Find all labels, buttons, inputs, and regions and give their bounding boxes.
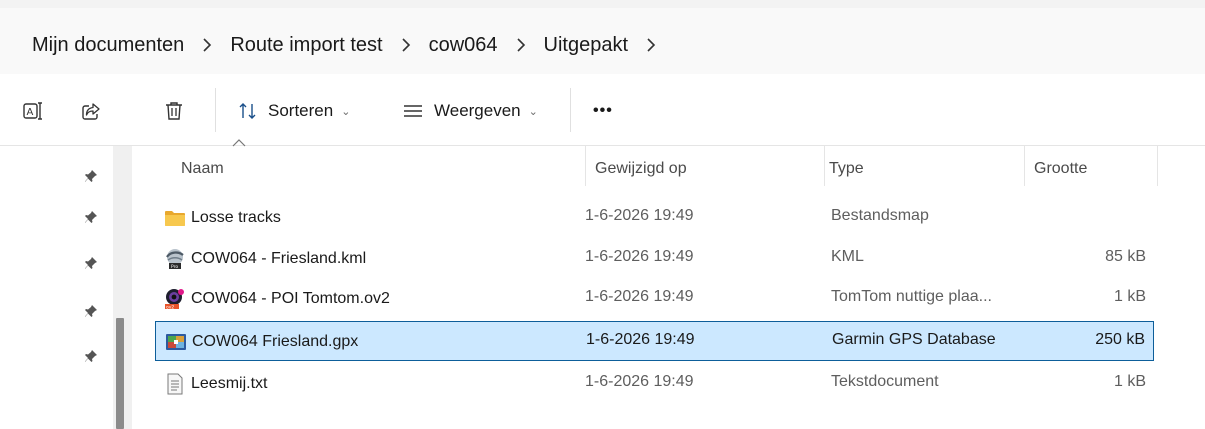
share-icon [80, 100, 102, 122]
more-options-icon: ••• [593, 102, 613, 119]
file-name: Leesmij.txt [191, 375, 268, 392]
file-type: Bestandsmap [831, 207, 929, 224]
file-type: Garmin GPS Database [832, 331, 996, 348]
view-list-icon [402, 101, 424, 121]
column-header-row: Naam Gewijzigd op Type Grootte [132, 146, 1205, 198]
column-header-date[interactable]: Gewijzigd op [595, 160, 687, 178]
chevron-down-icon: ⌄ [528, 105, 538, 118]
file-type: TomTom nuttige plaa... [831, 288, 992, 305]
sort-label: Sorteren [268, 101, 334, 120]
more-options-button[interactable]: ••• [593, 96, 613, 126]
file-date: 1-6-2026 19:49 [585, 207, 694, 224]
rename-icon: A [22, 100, 44, 122]
file-size: 1 kB [1113, 373, 1146, 390]
chevron-down-icon: ⌄ [341, 105, 351, 118]
breadcrumb-item-cow064[interactable]: cow064 [427, 34, 500, 57]
file-row-selected[interactable]: COW064 Friesland.gpx 1-6-2026 19:49 Garm… [155, 321, 1154, 361]
file-name: Losse tracks [191, 209, 281, 226]
column-divider[interactable] [824, 146, 825, 186]
file-name: COW064 - Friesland.kml [191, 250, 367, 267]
file-size: 250 kB [1095, 331, 1145, 348]
view-label: Weergeven [434, 101, 521, 120]
view-button[interactable]: Weergeven ⌄ [402, 96, 538, 126]
title-strip [0, 0, 1205, 8]
address-bar[interactable]: Mijn documenten Route import test cow064… [0, 0, 1205, 74]
sort-button[interactable]: Sorteren ⌄ [238, 96, 350, 126]
column-divider[interactable] [585, 146, 586, 186]
svg-text:Pro: Pro [171, 264, 178, 270]
file-size: 85 kB [1105, 248, 1146, 265]
gpx-file-icon [165, 331, 187, 353]
rename-button[interactable]: A [22, 96, 44, 126]
toolbar-separator [215, 88, 216, 132]
svg-text:A: A [27, 107, 34, 118]
file-size: 1 kB [1113, 288, 1146, 305]
column-divider[interactable] [1157, 146, 1158, 186]
sort-arrows-icon [238, 101, 258, 121]
breadcrumb-item-route-import-test[interactable]: Route import test [228, 34, 384, 57]
svg-text:ov2: ov2 [166, 305, 174, 311]
file-date: 1-6-2026 19:49 [586, 331, 695, 348]
trash-icon [163, 100, 185, 122]
pin-icon [85, 211, 97, 223]
breadcrumb: Mijn documenten Route import test cow064… [30, 30, 672, 60]
file-type: Tekstdocument [831, 373, 939, 390]
file-type: KML [831, 248, 864, 265]
chevron-right-icon[interactable] [186, 38, 228, 52]
pin-icon [85, 350, 97, 362]
chevron-right-icon[interactable] [500, 38, 542, 52]
kml-file-icon: Pro [164, 248, 186, 270]
file-date: 1-6-2026 19:49 [585, 373, 694, 390]
chevron-right-icon[interactable] [630, 38, 672, 52]
column-divider[interactable] [1024, 146, 1025, 186]
file-date: 1-6-2026 19:49 [585, 248, 694, 265]
folder-icon [164, 207, 186, 229]
file-row[interactable]: Leesmij.txt 1-6-2026 19:49 Tekstdocument… [155, 363, 1154, 403]
tomtom-file-icon: ov2 [164, 288, 186, 310]
file-row[interactable]: ov2 COW064 - POI Tomtom.ov2 1-6-2026 19:… [155, 278, 1154, 318]
nav-scrollbar-thumb[interactable] [116, 318, 124, 429]
file-name: COW064 - POI Tomtom.ov2 [191, 290, 390, 307]
command-bar: A Sorteren ⌄ Weergeven ⌄ ••• [0, 74, 1205, 146]
column-header-size[interactable]: Grootte [1034, 160, 1087, 178]
toolbar-separator [570, 88, 571, 132]
text-file-icon [164, 373, 186, 395]
column-header-name[interactable]: Naam [181, 160, 224, 178]
pin-icon [85, 257, 97, 269]
share-button[interactable] [80, 96, 102, 126]
pin-icon [85, 170, 97, 182]
file-name: COW064 Friesland.gpx [192, 333, 359, 350]
chevron-right-icon[interactable] [385, 38, 427, 52]
column-header-type[interactable]: Type [829, 160, 864, 178]
file-date: 1-6-2026 19:49 [585, 288, 694, 305]
breadcrumb-item-uitgepakt[interactable]: Uitgepakt [542, 34, 631, 57]
pin-icon [85, 305, 97, 317]
breadcrumb-item-mijn-documenten[interactable]: Mijn documenten [30, 34, 186, 57]
delete-button[interactable] [163, 96, 185, 126]
file-row[interactable]: Pro COW064 - Friesland.kml 1-6-2026 19:4… [155, 238, 1154, 278]
file-row[interactable]: Losse tracks 1-6-2026 19:49 Bestandsmap [155, 197, 1154, 237]
